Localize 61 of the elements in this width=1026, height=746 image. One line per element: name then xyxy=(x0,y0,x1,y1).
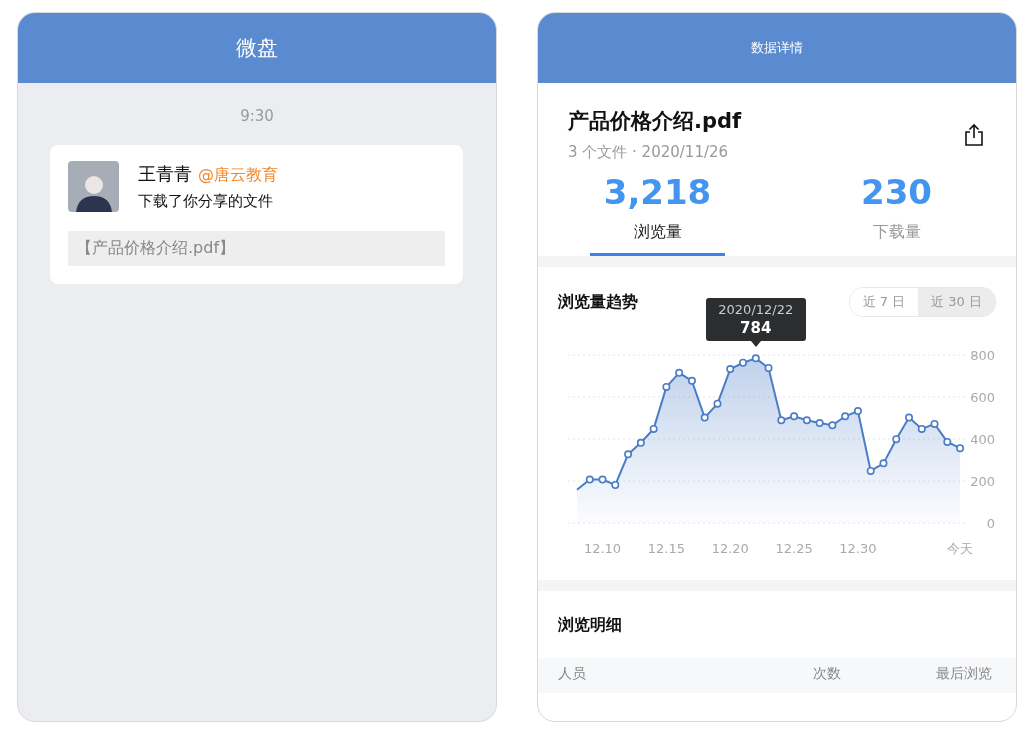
section-title: 浏览明细 xyxy=(558,615,622,634)
data-point xyxy=(853,407,862,416)
data-point xyxy=(713,399,722,408)
y-tick-label: 800 xyxy=(970,348,995,363)
file-meta: 3 个文件 · 2020/11/26 xyxy=(568,143,730,162)
data-point xyxy=(700,413,709,422)
data-point xyxy=(751,354,760,363)
stat-tab[interactable]: 230 下载量 xyxy=(829,172,964,256)
sender-org[interactable]: @唐云教育 xyxy=(198,165,278,186)
x-tick-label: 12.20 xyxy=(711,541,749,556)
header-title: 数据详情 xyxy=(751,39,803,57)
column-header: 次数 xyxy=(813,665,842,683)
x-tick-label: 12.10 xyxy=(583,541,622,556)
x-tick-label: 12.15 xyxy=(647,541,685,556)
data-point xyxy=(879,459,888,468)
data-point xyxy=(726,365,735,374)
data-point xyxy=(636,438,645,447)
data-point xyxy=(764,364,773,373)
data-point xyxy=(905,413,913,422)
data-point xyxy=(662,382,671,391)
data-point xyxy=(739,358,747,367)
y-tick-label: 0 xyxy=(986,516,995,531)
data-point xyxy=(790,412,799,421)
header-title: 微盘 xyxy=(236,35,278,62)
column-header: 最后浏览 xyxy=(936,665,992,683)
share-icon[interactable] xyxy=(964,123,984,147)
data-point xyxy=(687,376,696,385)
data-point xyxy=(611,481,620,489)
data-point xyxy=(649,424,658,433)
file-link[interactable]: 【产品价格介绍.pdf】 xyxy=(68,231,445,266)
tooltip-value: 784 xyxy=(740,319,772,338)
range-tab[interactable]: 近 30 日 xyxy=(918,288,995,316)
data-point xyxy=(815,419,824,428)
data-point xyxy=(930,419,939,428)
tooltip-date: 2020/12/22 xyxy=(718,302,794,318)
data-point xyxy=(917,424,926,433)
data-point xyxy=(777,416,786,425)
message-time: 9:30 xyxy=(240,107,274,125)
data-point xyxy=(956,444,965,453)
x-tick-label: 12.25 xyxy=(775,541,813,556)
sender-name: 王青青 xyxy=(138,162,192,186)
y-tick-label: 600 xyxy=(970,390,995,405)
data-point xyxy=(624,450,633,459)
file-name: 产品价格介绍.pdf xyxy=(568,108,742,135)
data-point xyxy=(828,421,837,430)
data-point xyxy=(598,475,607,484)
section-title: 浏览量趋势 xyxy=(558,291,638,313)
x-tick-label: 12.30 xyxy=(839,541,877,556)
data-point xyxy=(675,368,684,377)
x-tick-label: 今天 xyxy=(947,541,974,556)
data-point xyxy=(802,416,811,425)
message-text: 下载了你分享的文件 xyxy=(138,192,274,211)
data-point xyxy=(892,435,901,444)
y-tick-label: 400 xyxy=(970,432,995,447)
y-tick-label: 200 xyxy=(970,474,995,489)
data-point xyxy=(866,466,875,475)
data-point xyxy=(841,412,850,421)
data-point xyxy=(585,475,594,484)
avatar-placeholder xyxy=(68,161,119,212)
column-header: 人员 xyxy=(558,665,587,683)
data-point xyxy=(943,437,952,446)
